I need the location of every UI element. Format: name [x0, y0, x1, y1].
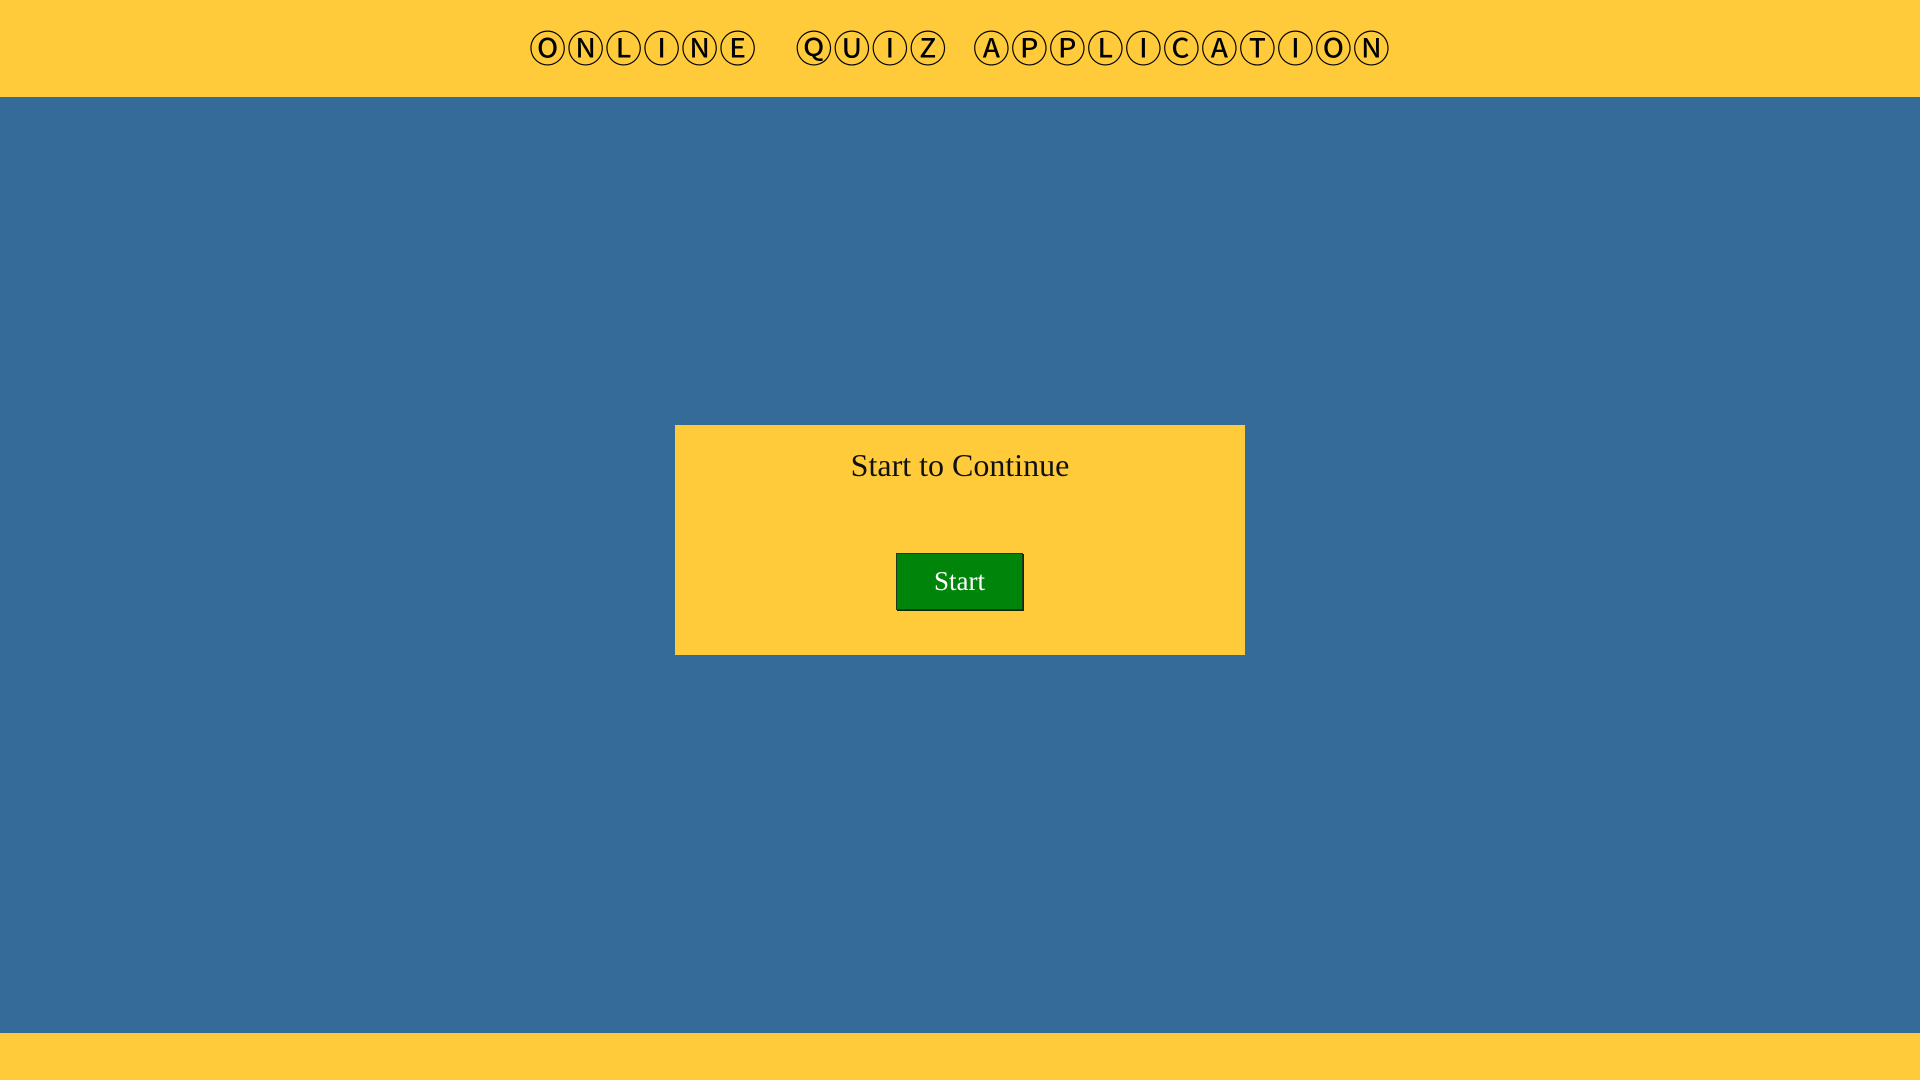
start-card: Start to Continue Start [675, 425, 1245, 655]
start-button[interactable]: Start [896, 553, 1023, 610]
card-title: Start to Continue [850, 447, 1070, 483]
app-header: ⓄⓃⓁⒾⓃⒺ ⓆⓊⒾⓏ ⒶⓅⓅⓁⒾⒸⒶⓉⒾⓄⓃ [0, 0, 1920, 97]
app-title: ⓄⓃⓁⒾⓃⒺ ⓆⓊⒾⓏ ⒶⓅⓅⓁⒾⒸⒶⓉⒾⓄⓃ [529, 27, 1391, 71]
app-footer [0, 1033, 1920, 1080]
